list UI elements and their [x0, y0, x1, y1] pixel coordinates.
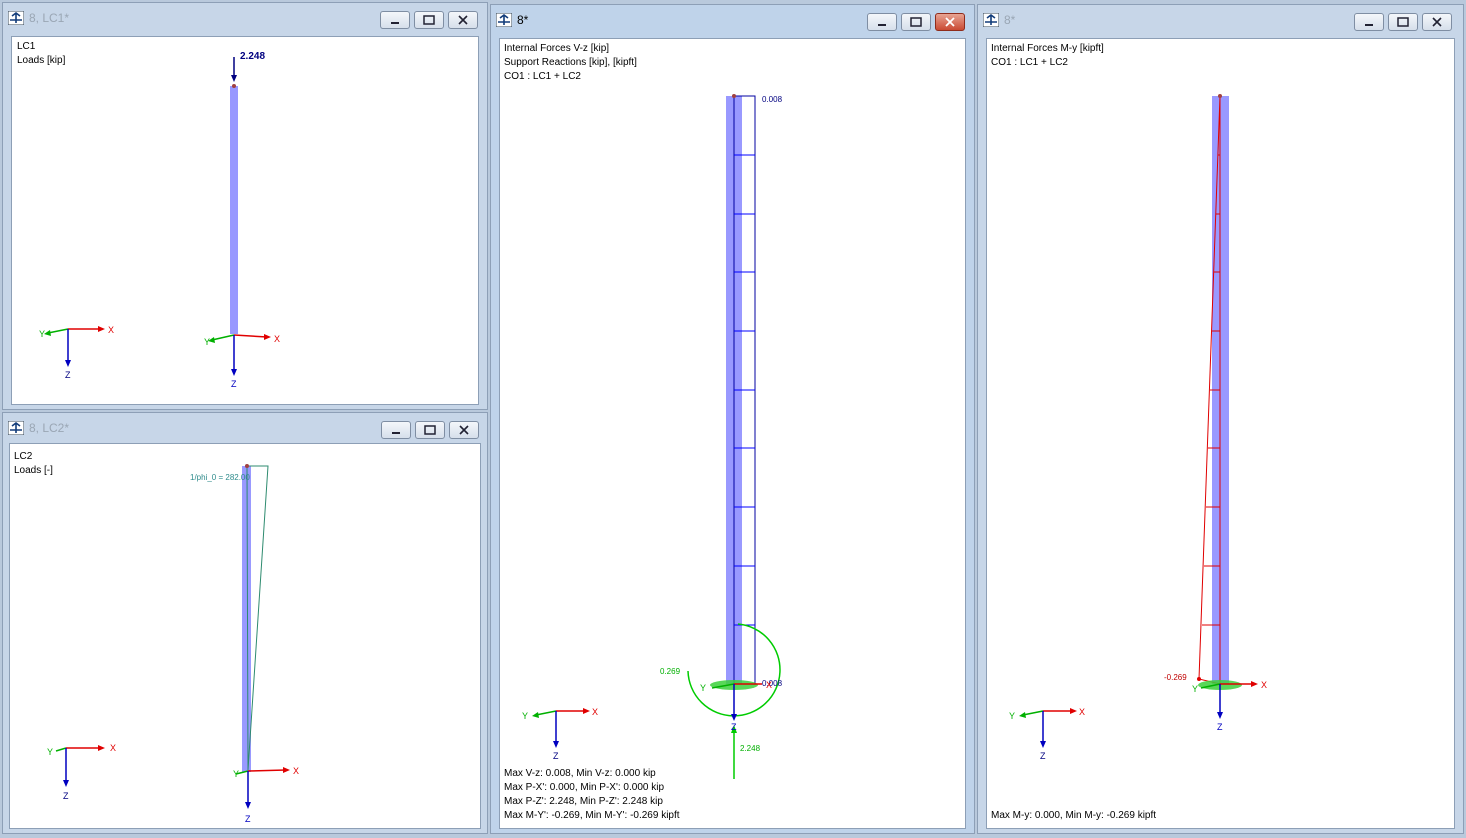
graphics-view[interactable]: Internal Forces M-y [kipft] CO1 : LC1 + …: [986, 38, 1455, 829]
global-y-axis-label: Y: [1009, 711, 1016, 721]
model-drawing: [1019, 94, 1258, 748]
global-x-axis-label: X: [110, 743, 117, 753]
global-z-axis-label: Z: [553, 751, 559, 761]
load-arrowhead: [231, 75, 237, 82]
graphics-view[interactable]: LC2 Loads [-] 1/phi_0 = 282.00 X Y Z X Y…: [9, 443, 481, 829]
model-drawing: [532, 94, 781, 779]
window-title: 8*: [1004, 13, 1016, 27]
titlebar[interactable]: 8, LC2*: [3, 413, 487, 443]
member-y-axis-label: Y: [1192, 684, 1199, 694]
shear-bottom-value: 0.008: [762, 679, 783, 688]
window-lc1[interactable]: 8, LC1* LC1 Loads [kip] 2.248 X Y Z X Y …: [2, 2, 488, 410]
extreme-point: [1197, 677, 1201, 681]
app-icon: [496, 13, 512, 27]
window-title: 8*: [517, 13, 529, 27]
global-z-axis-label: Z: [65, 370, 71, 380]
model-drawing: [55, 464, 290, 809]
member-y-axis-label: Y: [204, 337, 211, 347]
maximize-button[interactable]: [1388, 13, 1418, 31]
member-y-axis-label: Y: [233, 769, 240, 779]
moment-reaction-value: 0.269: [660, 667, 681, 676]
global-z-axis-label: Z: [63, 791, 69, 801]
app-icon: [8, 421, 24, 435]
app-icon: [8, 11, 24, 25]
maximize-button[interactable]: [414, 11, 444, 29]
member-z-axis-label: Z: [1217, 722, 1223, 732]
node: [732, 94, 736, 98]
graphics-view[interactable]: LC1 Loads [kip] 2.248 X Y Z X Y Z: [11, 36, 479, 405]
close-button[interactable]: [935, 13, 965, 31]
global-x-axis-label: X: [1079, 707, 1086, 717]
close-button[interactable]: [449, 421, 479, 439]
member-y-axis-label: Y: [700, 683, 707, 693]
imperfection-label: 1/phi_0 = 282.00: [190, 473, 250, 482]
member-x-axis-label: X: [293, 766, 300, 776]
node: [232, 84, 236, 88]
member-x-axis-label: X: [274, 334, 281, 344]
shear-top-value: 0.008: [762, 95, 783, 104]
global-y-axis-label: Y: [47, 747, 54, 757]
window-title: 8, LC1*: [29, 11, 70, 25]
graphics-view[interactable]: Internal Forces V-z [kip] Support Reacti…: [499, 38, 966, 829]
summary-line: Max M-Y': -0.269, Min M-Y': -0.269 kipft: [504, 810, 680, 821]
app-icon: [983, 13, 999, 27]
titlebar[interactable]: 8*: [491, 5, 974, 35]
load-value: 2.248: [240, 51, 266, 62]
summary-line: Max V-z: 0.008, Min V-z: 0.000 kip: [504, 768, 656, 779]
member-x-axis-label: X: [766, 680, 773, 690]
maximize-button[interactable]: [901, 13, 931, 31]
member-x-axis-label: X: [1261, 680, 1268, 690]
window-title: 8, LC2*: [29, 421, 70, 435]
node: [245, 464, 249, 468]
minimize-button[interactable]: [1354, 13, 1384, 31]
global-x-axis-label: X: [592, 707, 599, 717]
global-y-axis-label: Y: [522, 711, 529, 721]
member-z-axis-label: Z: [231, 379, 237, 389]
window-vz[interactable]: 8* Internal Forces V-z [kip] Support Rea…: [490, 4, 975, 834]
maximize-button[interactable]: [415, 421, 445, 439]
close-button[interactable]: [1422, 13, 1452, 31]
titlebar[interactable]: 8*: [978, 5, 1463, 35]
global-z-axis-label: Z: [1040, 751, 1046, 761]
vertical-reaction-value: 2.248: [740, 744, 761, 753]
minimize-button[interactable]: [380, 11, 410, 29]
minimize-button[interactable]: [867, 13, 897, 31]
minimize-button[interactable]: [381, 421, 411, 439]
global-y-axis-label: Y: [39, 329, 46, 339]
member: [230, 86, 238, 334]
member-z-axis-label: Z: [731, 722, 737, 732]
moment-value: -0.269: [1164, 673, 1187, 682]
member-z-axis-label: Z: [245, 814, 251, 824]
close-button[interactable]: [448, 11, 478, 29]
window-lc2[interactable]: 8, LC2* LC2 Loads [-] 1/phi_0 = 282.00 X…: [2, 412, 488, 834]
window-my[interactable]: 8* Internal Forces M-y [kipft] CO1 : LC1…: [977, 4, 1464, 834]
summary-line: Max P-Z': 2.248, Min P-Z': 2.248 kip: [504, 796, 663, 807]
summary-line: Max M-y: 0.000, Min M-y: -0.269 kipft: [991, 810, 1157, 821]
global-x-axis-label: X: [108, 325, 115, 335]
titlebar[interactable]: 8, LC1*: [3, 3, 487, 33]
node: [1218, 94, 1222, 98]
summary-line: Max P-X': 0.000, Min P-X': 0.000 kip: [504, 782, 664, 793]
member: [242, 466, 251, 772]
model-drawing: [44, 57, 271, 376]
